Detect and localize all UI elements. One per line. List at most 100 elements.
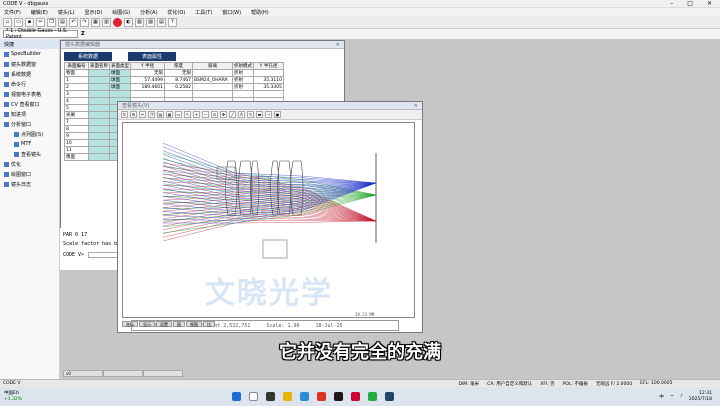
redo-icon[interactable]: ↷	[80, 17, 89, 27]
table-cell[interactable]: 物面	[64, 69, 89, 77]
cut-icon[interactable]: ✂	[139, 111, 146, 118]
line-icon[interactable]: ╱	[229, 111, 236, 118]
table-cell[interactable]: 光阑	[64, 111, 89, 119]
view-subtab[interactable]: 设置	[156, 321, 172, 327]
view-subtab[interactable]: 比	[203, 321, 215, 327]
table-cell[interactable]: 9	[64, 132, 89, 140]
sidebar-item[interactable]: 优化	[0, 159, 59, 169]
table-cell[interactable]	[88, 83, 110, 91]
column-header[interactable]: 表面类型	[109, 62, 131, 70]
table-cell[interactable]	[88, 97, 110, 105]
zoom-z-button[interactable]: Z	[81, 31, 85, 37]
table-cell[interactable]	[88, 146, 110, 154]
table-row[interactable]: 物面 球面 无限 无限 折射	[64, 69, 284, 77]
chart-icon[interactable]: ▨	[146, 17, 155, 27]
table-cell[interactable]	[253, 69, 284, 77]
table-row[interactable]: 2 球面 189.4601 0.2582 折射 35.3305	[64, 83, 284, 91]
table-cell[interactable]: 球面	[109, 83, 131, 91]
sidebar-item[interactable]: 命令行	[0, 79, 59, 89]
table-cell[interactable]	[88, 69, 110, 77]
search-icon[interactable]	[249, 392, 259, 401]
table-cell[interactable]: 像面	[64, 153, 89, 161]
save-icon[interactable]: ▪	[25, 17, 34, 27]
app-icon[interactable]	[317, 392, 327, 401]
lens-select[interactable]: * 1 : Double Gauss - U.S. Patent	[3, 28, 78, 40]
undo-icon[interactable]: ↶	[69, 17, 78, 27]
sidebar-item[interactable]: 镜头数据窗	[0, 59, 59, 69]
table-cell[interactable]: 8.7467	[164, 76, 193, 84]
table-cell[interactable]	[88, 153, 110, 161]
table-cell[interactable]: BSM24_OHARA	[192, 76, 233, 84]
sidebar-item[interactable]: 点列图(S)	[0, 129, 59, 139]
menu-item[interactable]: 文件(F)	[4, 9, 21, 16]
table-cell[interactable]: 3	[64, 90, 89, 98]
table-row[interactable]: 3	[64, 90, 284, 98]
settings-icon[interactable]: ⚙	[130, 111, 137, 118]
menu-item[interactable]: 显示(D)	[85, 9, 103, 16]
table-cell[interactable]	[192, 90, 233, 98]
codev-icon[interactable]	[385, 392, 395, 401]
table-cell[interactable]: 10	[64, 139, 89, 147]
measure-icon[interactable]: ⊸	[265, 111, 272, 118]
table-cell[interactable]: 2	[64, 83, 89, 91]
menu-item[interactable]: 工具(T)	[195, 9, 212, 16]
app-icon[interactable]	[351, 392, 361, 401]
cut-icon[interactable]: ✂	[36, 17, 45, 27]
column-header[interactable]: 表面名称	[88, 62, 110, 70]
start-icon[interactable]	[232, 392, 242, 401]
sidebar-item[interactable]: 视窗电子表格	[0, 89, 59, 99]
view-subtab[interactable]: 视图	[186, 321, 202, 327]
menu-item[interactable]: 编辑(E)	[31, 9, 48, 16]
pan-icon[interactable]: ✥	[220, 111, 227, 118]
browser-icon[interactable]	[300, 392, 310, 401]
column-header[interactable]: 折射模式	[232, 62, 254, 70]
pointer-icon[interactable]: ↖	[184, 111, 191, 118]
view-subtab[interactable]: 坐标	[122, 321, 138, 327]
lens-icon[interactable]: ◐	[124, 17, 133, 27]
column-header[interactable]: Y 半径	[130, 62, 165, 70]
table-cell[interactable]	[88, 125, 110, 133]
print-icon[interactable]: ▦	[91, 17, 100, 27]
table-cell[interactable]: 8	[64, 125, 89, 133]
table-cell[interactable]: 1	[64, 76, 89, 84]
sidebar-item[interactable]: 镜头日志	[0, 179, 59, 189]
table-cell[interactable]	[130, 90, 165, 98]
maximize-icon[interactable]: □	[687, 0, 693, 7]
lens-data-tab[interactable]: 表面属性	[128, 52, 177, 61]
minimized-window[interactable]	[143, 370, 183, 377]
table-cell[interactable]: 折射	[232, 83, 254, 91]
table-cell[interactable]: 4	[64, 97, 89, 105]
column-header[interactable]: 玻璃	[192, 62, 233, 70]
column-header[interactable]: 厚度	[164, 62, 193, 70]
grid-icon[interactable]: ▥	[102, 17, 111, 27]
view-subtab[interactable]: 显示	[139, 321, 155, 327]
open-file-icon[interactable]: ▭	[14, 17, 23, 27]
paste-icon[interactable]: ▤	[157, 111, 164, 118]
zoom-fit-icon[interactable]: ⊡	[211, 111, 218, 118]
folder-icon[interactable]	[283, 392, 293, 401]
paste-icon[interactable]: ▤	[58, 17, 67, 27]
table-cell[interactable]	[253, 90, 284, 98]
sidebar-item[interactable]: 分析窗口	[0, 119, 59, 129]
print-icon[interactable]: ▦	[166, 111, 173, 118]
copy-icon[interactable]: ❐	[47, 17, 56, 27]
plot-icon[interactable]: ▧	[135, 17, 144, 27]
task-view-icon[interactable]	[266, 392, 276, 401]
table-cell[interactable]	[88, 90, 110, 98]
table-cell[interactable]	[88, 111, 110, 119]
sidebar-item[interactable]: SpecBuilder	[0, 49, 59, 59]
table-cell[interactable]	[88, 139, 110, 147]
table-cell[interactable]: 7	[64, 118, 89, 126]
table-cell[interactable]: 折射	[232, 69, 254, 77]
image-icon[interactable]: ▣	[274, 111, 281, 118]
table-cell[interactable]: 0.2582	[164, 83, 193, 91]
text-icon[interactable]: A	[238, 111, 245, 118]
pen-icon[interactable]: ✎	[247, 111, 254, 118]
zoom-in-icon[interactable]: +	[193, 111, 200, 118]
menu-item[interactable]: 分析(A)	[140, 9, 157, 16]
sidebar-item[interactable]: 绘图窗口	[0, 169, 59, 179]
zoom-out-icon[interactable]: −	[202, 111, 209, 118]
highlight-icon[interactable]: ▬	[256, 111, 263, 118]
table-cell[interactable]: 35.3305	[253, 83, 284, 91]
close-icon[interactable]: ✕	[707, 0, 712, 7]
